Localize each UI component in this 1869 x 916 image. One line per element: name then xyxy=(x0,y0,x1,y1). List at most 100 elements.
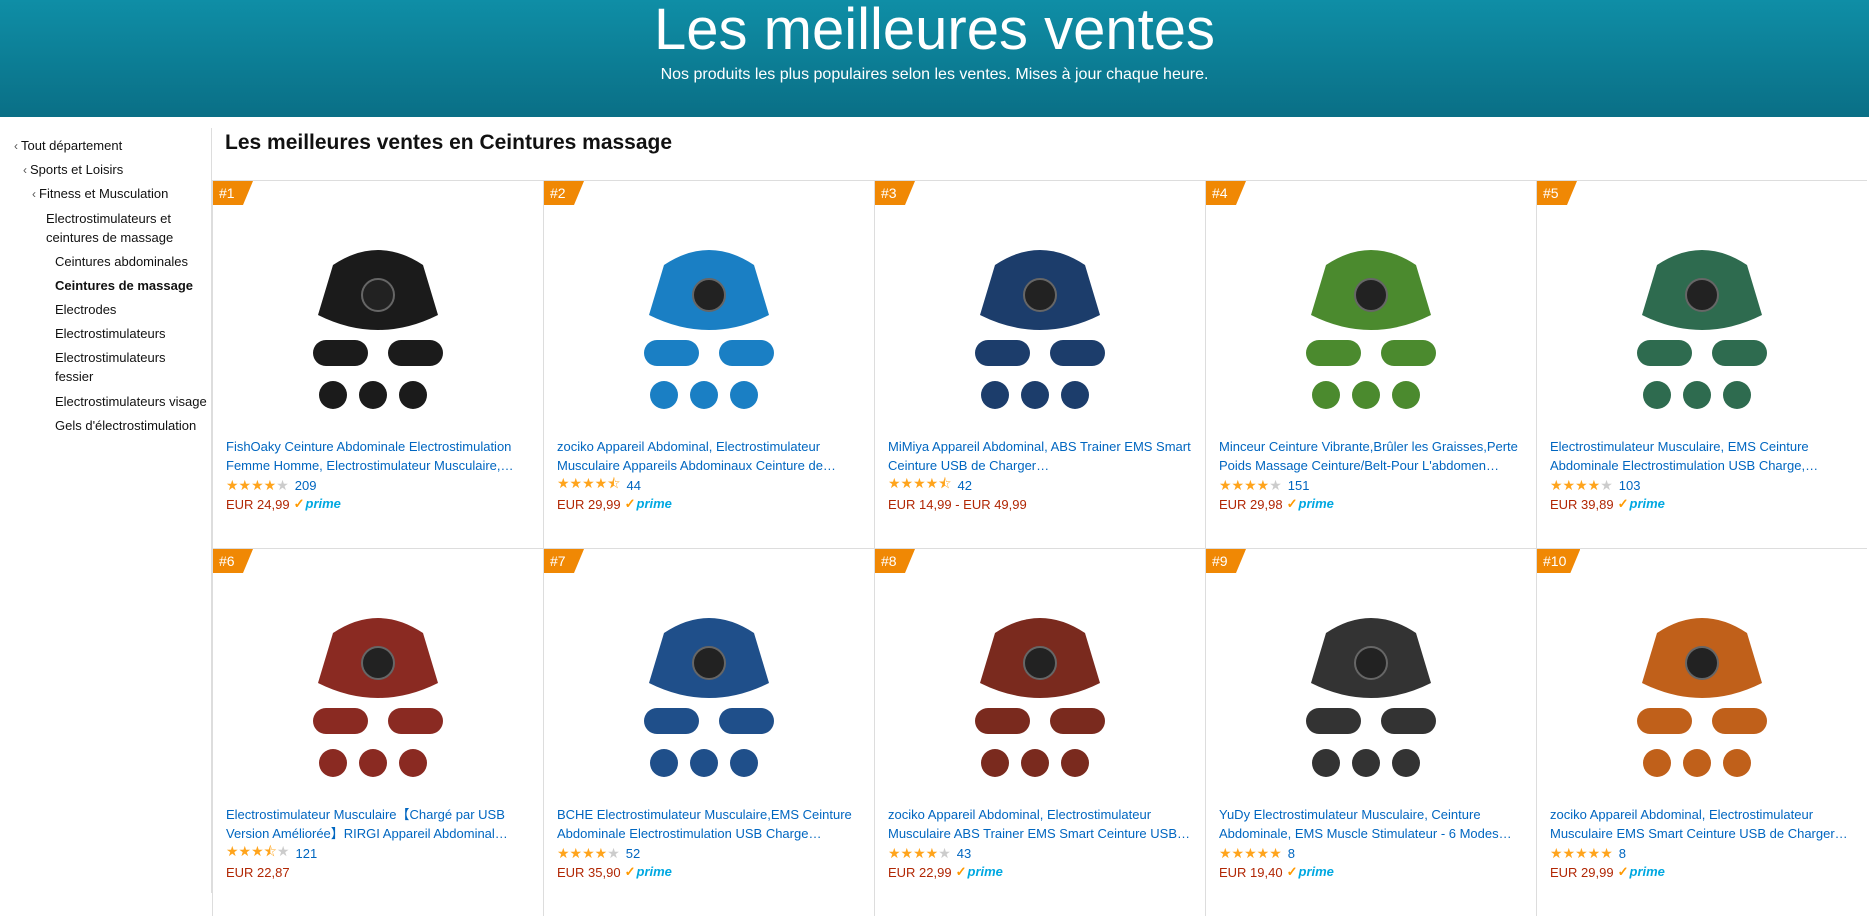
sidebar-item-label: Ceintures abdominales xyxy=(55,254,188,269)
product-image[interactable] xyxy=(604,593,814,793)
review-count-link[interactable]: 42 xyxy=(957,478,971,493)
product-image[interactable] xyxy=(1597,593,1807,793)
review-count-link[interactable]: 8 xyxy=(1288,846,1295,861)
sidebar-item-label: Ceintures de massage xyxy=(55,278,194,293)
sidebar-item[interactable]: Electrostimulateurs visage xyxy=(55,392,215,411)
product-title-link[interactable]: FishOaky Ceinture Abdominale Electrostim… xyxy=(226,437,536,475)
product-title-link[interactable]: BCHE Electrostimulateur Musculaire,EMS C… xyxy=(557,805,867,843)
rating[interactable]: ★★★⯪★ 121 xyxy=(226,843,317,862)
rating[interactable]: ★★★★★ 8 xyxy=(1550,844,1626,862)
product-card[interactable]: #3 MiMiya Appareil Abdominal, ABS Traine… xyxy=(874,180,1205,548)
sidebar-item[interactable]: ‹ Fitness et Musculation xyxy=(32,184,202,204)
product-card[interactable]: #10 zociko Appareil Abdominal, Electrost… xyxy=(1536,548,1867,916)
sidebar-item[interactable]: Gels d'électrostimulation xyxy=(55,416,210,435)
review-count-link[interactable]: 8 xyxy=(1619,846,1626,861)
prime-label: prime xyxy=(1629,864,1665,879)
sidebar-item[interactable]: Electrostimulateurs xyxy=(55,324,210,343)
product-title-link[interactable]: MiMiya Appareil Abdominal, ABS Trainer E… xyxy=(888,437,1198,475)
prime-badge: ✓prime xyxy=(956,864,1003,880)
sidebar-item[interactable]: Ceintures abdominales xyxy=(55,252,210,271)
checkmark-icon: ✓ xyxy=(955,864,967,879)
product-image[interactable] xyxy=(1266,593,1476,793)
prime-label: prime xyxy=(967,864,1003,879)
price: EUR 29,98 xyxy=(1219,496,1283,512)
product-card[interactable]: #6 Electrostimulateur Musculaire【Chargé … xyxy=(212,548,543,916)
rating[interactable]: ★★★★⯪ 42 xyxy=(888,475,972,494)
product-title-link[interactable]: YuDy Electrostimulateur Musculaire, Cein… xyxy=(1219,805,1529,843)
checkmark-icon: ✓ xyxy=(624,864,636,879)
review-count-link[interactable]: 151 xyxy=(1288,478,1310,493)
product-image[interactable] xyxy=(1597,225,1807,425)
product-image[interactable] xyxy=(273,225,483,425)
product-card[interactable]: #1 FishOaky Ceinture Abdominale Electros… xyxy=(212,180,543,548)
product-card[interactable]: #9 YuDy Electrostimulateur Musculaire, C… xyxy=(1205,548,1536,916)
prime-label: prime xyxy=(1298,496,1334,511)
rating[interactable]: ★★★★★ 103 xyxy=(1550,476,1640,494)
sidebar-item[interactable]: ‹ Sports et Loisirs xyxy=(23,160,203,180)
product-image[interactable] xyxy=(273,593,483,793)
sidebar-item-label: Electrostimulateurs et ceintures de mass… xyxy=(46,211,174,245)
prime-label: prime xyxy=(636,864,672,879)
prime-badge: ✓prime xyxy=(1618,496,1665,512)
product-card[interactable]: #4 Minceur Ceinture Vibrante,Brûler les … xyxy=(1205,180,1536,548)
product-image[interactable] xyxy=(1266,225,1476,425)
review-count-link[interactable]: 103 xyxy=(1619,478,1641,493)
sidebar-item[interactable]: Electrodes xyxy=(55,300,210,319)
sidebar-item-label: Fitness et Musculation xyxy=(39,186,169,201)
sidebar-item-label: Electrostimulateurs xyxy=(55,326,166,341)
sidebar-item-label: Gels d'électrostimulation xyxy=(55,418,197,433)
price-row: EUR 39,89 ✓prime xyxy=(1550,495,1665,513)
product-card[interactable]: #5 Electrostimulateur Musculaire, EMS Ce… xyxy=(1536,180,1867,548)
price: EUR 35,90 xyxy=(557,864,621,880)
rating[interactable]: ★★★★★ 209 xyxy=(226,476,316,494)
product-title-link[interactable]: zociko Appareil Abdominal, Electrostimul… xyxy=(888,805,1198,843)
rank-badge: #2 xyxy=(544,181,584,205)
star-rating-icon: ★★★★★ xyxy=(1219,476,1282,493)
star-rating-icon: ★★★★★ xyxy=(1550,476,1613,493)
product-title-link[interactable]: zociko Appareil Abdominal, Electrostimul… xyxy=(557,437,867,475)
rank-badge: #10 xyxy=(1537,549,1580,573)
category-sidebar: ‹ Tout département ‹ Sports et Loisirs ‹ Fitn… xyxy=(0,128,212,893)
price-row: EUR 14,99 - EUR 49,99 xyxy=(888,495,1027,513)
checkmark-icon: ✓ xyxy=(1617,864,1629,879)
product-title-link[interactable]: zociko Appareil Abdominal, Electrostimul… xyxy=(1550,805,1860,843)
sidebar-item[interactable]: Electrostimulateurs et ceintures de mass… xyxy=(46,209,206,247)
price: EUR 22,87 xyxy=(226,864,290,880)
review-count-link[interactable]: 209 xyxy=(295,478,317,493)
rating[interactable]: ★★★★★ 43 xyxy=(888,844,971,862)
checkmark-icon: ✓ xyxy=(624,496,636,511)
product-image[interactable] xyxy=(604,225,814,425)
star-rating-icon: ★★★★★ xyxy=(1550,844,1613,861)
star-rating-icon: ★★★★★ xyxy=(1219,844,1282,861)
rating[interactable]: ★★★★★ 151 xyxy=(1219,476,1309,494)
review-count-link[interactable]: 44 xyxy=(626,478,640,493)
chevron-left-icon: ‹ xyxy=(32,187,36,201)
rank-badge: #4 xyxy=(1206,181,1246,205)
sidebar-item[interactable]: Ceintures de massage xyxy=(55,276,210,295)
star-rating-icon: ★★★★★ xyxy=(557,844,620,861)
price: EUR 14,99 - EUR 49,99 xyxy=(888,496,1027,512)
rating[interactable]: ★★★★⯪ 44 xyxy=(557,475,641,494)
prime-label: prime xyxy=(305,496,341,511)
product-image[interactable] xyxy=(935,225,1145,425)
review-count-link[interactable]: 52 xyxy=(626,846,640,861)
prime-badge: ✓prime xyxy=(625,864,672,880)
sidebar-item[interactable]: ‹ Tout département xyxy=(14,136,204,156)
star-rating-icon: ★★★⯪★ xyxy=(226,843,290,859)
review-count-link[interactable]: 43 xyxy=(957,846,971,861)
sidebar-item[interactable]: Electrostimulateurs fessier xyxy=(55,348,195,386)
product-title-link[interactable]: Minceur Ceinture Vibrante,Brûler les Gra… xyxy=(1219,437,1529,475)
product-card[interactable]: #2 zociko Appareil Abdominal, Electrosti… xyxy=(543,180,874,548)
product-card[interactable]: #7 BCHE Electrostimulateur Musculaire,EM… xyxy=(543,548,874,916)
product-card[interactable]: #8 zociko Appareil Abdominal, Electrosti… xyxy=(874,548,1205,916)
product-title-link[interactable]: Electrostimulateur Musculaire, EMS Ceint… xyxy=(1550,437,1860,475)
prime-badge: ✓prime xyxy=(1287,864,1334,880)
prime-badge: ✓prime xyxy=(1287,496,1334,512)
product-image[interactable] xyxy=(935,593,1145,793)
product-title-link[interactable]: Electrostimulateur Musculaire【Chargé par… xyxy=(226,805,536,843)
rating[interactable]: ★★★★★ 8 xyxy=(1219,844,1295,862)
rating[interactable]: ★★★★★ 52 xyxy=(557,844,640,862)
sidebar-item-label: Electrodes xyxy=(55,302,117,317)
review-count-link[interactable]: 121 xyxy=(295,846,317,861)
prime-label: prime xyxy=(636,496,672,511)
